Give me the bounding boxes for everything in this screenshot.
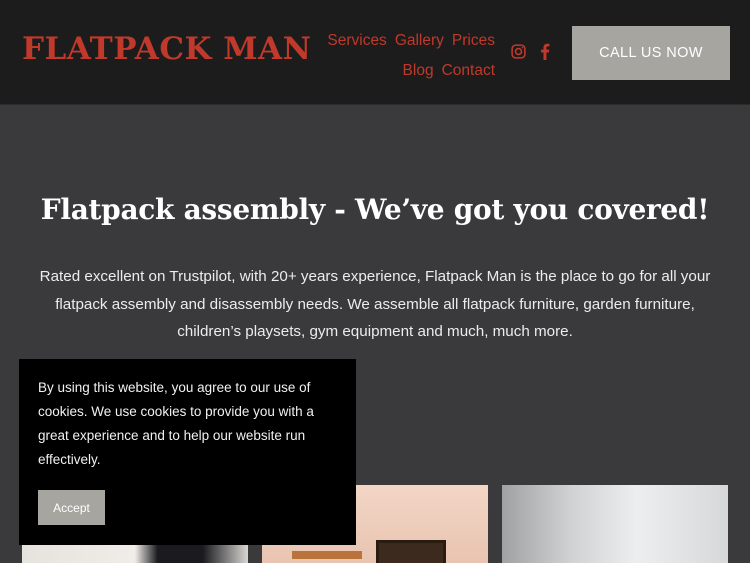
main-nav: Services Gallery Prices Blog Contact (305, 26, 495, 86)
site-header: FLATPACK MAN Services Gallery Prices Blog C… (0, 0, 750, 105)
photo-detail (292, 551, 362, 559)
facebook-icon[interactable] (540, 43, 550, 60)
call-us-now-button[interactable]: CALL US NOW (572, 26, 730, 80)
site-logo[interactable]: FLATPACK MAN (22, 31, 311, 67)
cookie-message: By using this website, you agree to our … (38, 380, 314, 467)
hero-title: Flatpack assembly - We’ve got you covere… (40, 193, 710, 226)
nav-link-contact[interactable]: Contact (442, 56, 495, 86)
instagram-icon[interactable] (510, 43, 527, 60)
nav-link-services[interactable]: Services (327, 26, 386, 56)
nav-link-blog[interactable]: Blog (403, 56, 434, 86)
nav-link-gallery[interactable]: Gallery (395, 26, 444, 56)
accept-cookies-button[interactable]: Accept (38, 490, 105, 525)
cookie-banner: By using this website, you agree to our … (19, 359, 356, 545)
hero-description: Rated excellent on Trustpilot, with 20+ … (39, 268, 711, 340)
photo-detail (376, 540, 446, 563)
nav-link-prices[interactable]: Prices (452, 26, 495, 56)
social-links (510, 43, 550, 60)
gallery-photo[interactable] (502, 485, 728, 563)
